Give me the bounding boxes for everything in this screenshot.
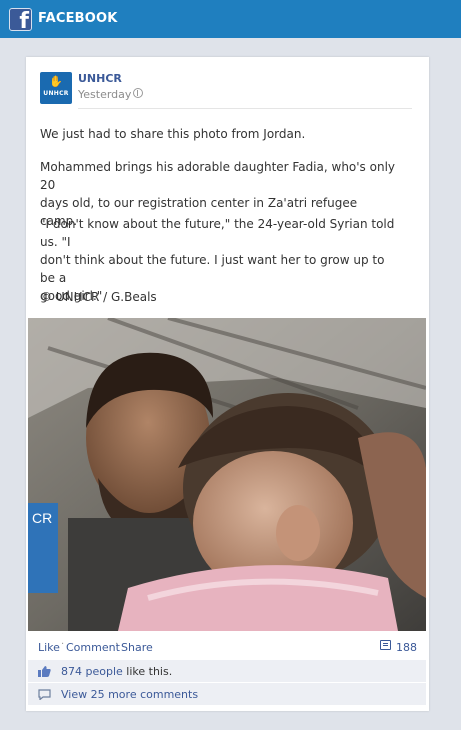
- thumbs-up-icon: [38, 666, 51, 677]
- facebook-logo-icon[interactable]: f: [9, 8, 32, 31]
- post-timestamp[interactable]: Yesterday: [78, 88, 131, 101]
- page-avatar[interactable]: ✋ UNHCR: [40, 72, 72, 104]
- unhcr-emblem-icon: ✋: [49, 75, 63, 88]
- post-actions: Like · Comment · Share 188: [28, 633, 426, 658]
- photo-watermark: CR: [32, 510, 52, 526]
- view-more-comments-row[interactable]: View 25 more comments: [28, 683, 426, 705]
- separator-dot: ·: [115, 639, 119, 650]
- comment-link[interactable]: Comment: [66, 641, 120, 654]
- likes-text: 874 people like this.: [61, 665, 172, 678]
- likes-suffix: like this.: [126, 665, 173, 678]
- post-author-link[interactable]: UNHCR: [78, 72, 122, 85]
- avatar-label: UNHCR: [43, 90, 69, 97]
- speech-bubble-icon: [38, 689, 51, 700]
- app-header: f FACEBOOK: [0, 0, 461, 38]
- header-divider: [78, 108, 412, 109]
- separator-dot: ·: [61, 639, 65, 650]
- likes-count-link[interactable]: 874 people: [61, 665, 123, 678]
- comments-icon[interactable]: [380, 640, 391, 650]
- photo-credit: © UNHCR / G.Beals: [40, 290, 157, 304]
- photo-illustration: CR: [28, 318, 426, 631]
- view-more-comments-link[interactable]: View 25 more comments: [61, 688, 198, 701]
- app-title: FACEBOOK: [38, 11, 118, 26]
- likes-summary: 874 people like this.: [28, 660, 426, 682]
- comment-count[interactable]: 188: [396, 641, 417, 654]
- globe-icon: [133, 88, 143, 98]
- post-paragraph: We just had to share this photo from Jor…: [40, 127, 306, 141]
- share-link[interactable]: Share: [121, 641, 153, 654]
- post-photo[interactable]: CR: [28, 318, 426, 631]
- like-link[interactable]: Like: [38, 641, 60, 654]
